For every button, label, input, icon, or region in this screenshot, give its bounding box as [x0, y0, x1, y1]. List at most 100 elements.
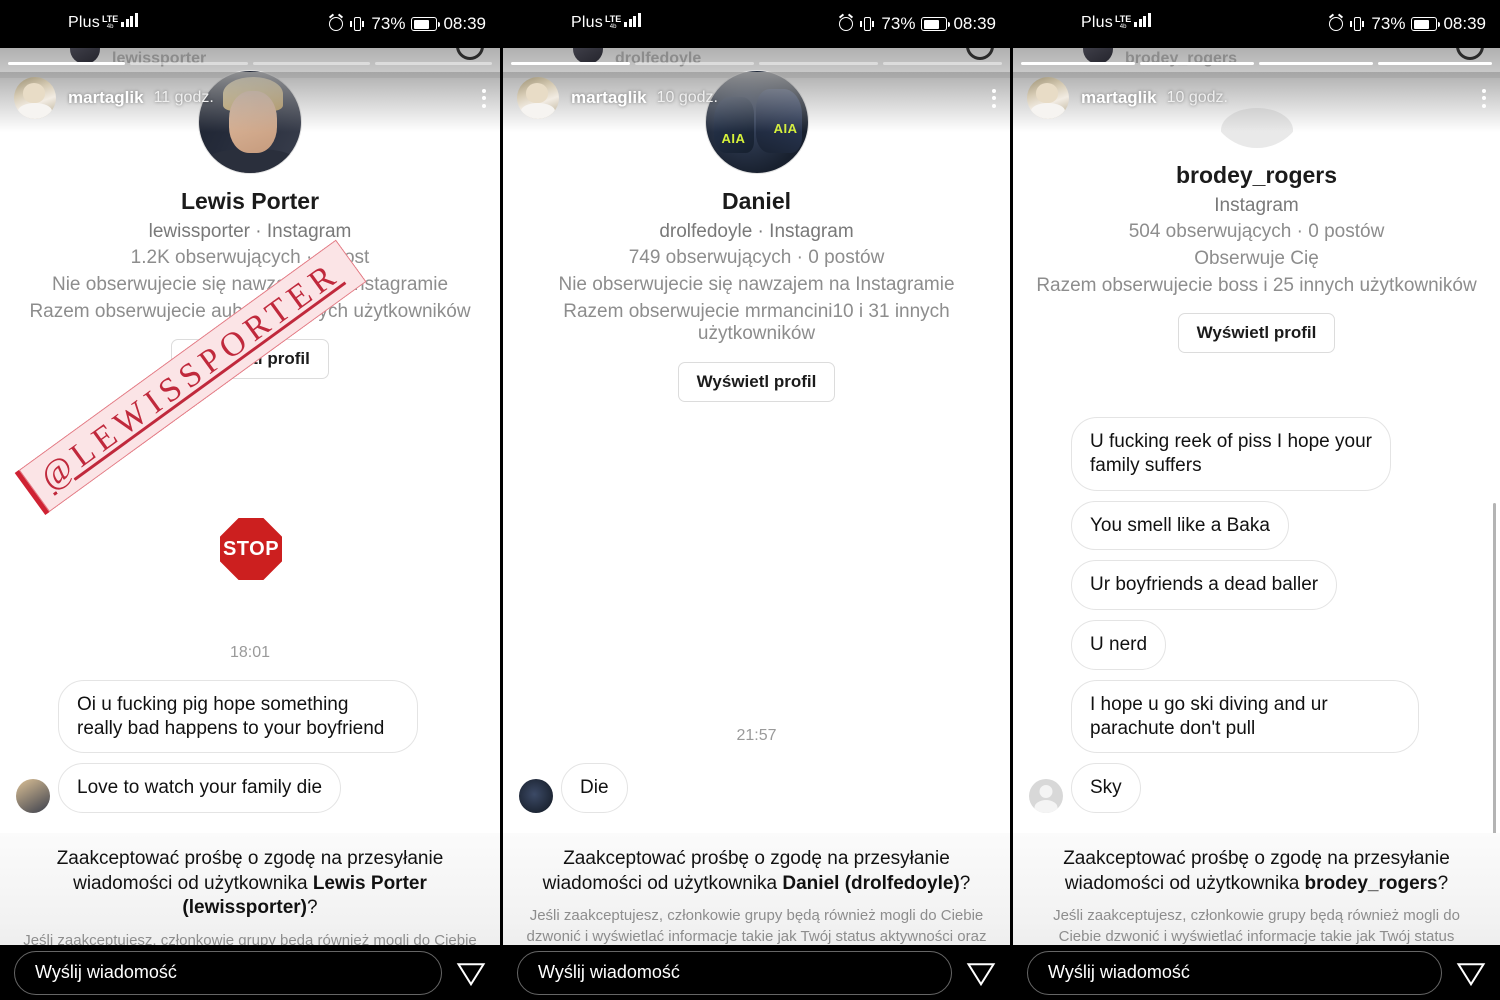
message-bubble[interactable]: U nerd: [1071, 620, 1167, 670]
profile-display-name: Daniel: [721, 188, 792, 214]
battery-percent-label: 73%: [881, 14, 916, 33]
profile-stats: 1.2K obserwujących · 1 post: [130, 247, 370, 268]
panel-drolfedoyle: Plus LTE 4b 73% 08:39 drolfedoyle martag…: [500, 0, 1010, 1000]
message-input[interactable]: Wyślij wiadomość: [14, 950, 442, 995]
message-row: Sky: [1029, 763, 1484, 813]
message-row: You smell like a Baka: [1029, 500, 1484, 551]
carrier-label: Plus: [68, 14, 100, 31]
progress-segment: [635, 62, 754, 65]
message-bubble[interactable]: I hope u go ski diving and ur parachute …: [1071, 679, 1419, 754]
message-input[interactable]: Wyślij wiadomość: [1027, 950, 1442, 995]
panel-lewissporter: Plus LTE 4b 73% 08:39 lewissporter marta…: [0, 0, 500, 1000]
story-header: martaglik 11 godz.: [0, 72, 500, 124]
send-icon[interactable]: [966, 958, 996, 988]
message-input[interactable]: Wyślij wiadomość: [517, 950, 952, 995]
status-bar-right: 73% 08:39: [1329, 14, 1486, 34]
more-options-icon[interactable]: [482, 88, 486, 108]
clock-label: 08:39: [953, 14, 996, 33]
status-bar-left: Plus LTE 4b: [571, 13, 641, 35]
message-bubble[interactable]: Love to watch your family die: [58, 763, 342, 813]
alarm-icon: [329, 17, 344, 31]
story-owner-avatar[interactable]: [1027, 77, 1069, 119]
status-bar-left: Plus LTE 4b: [68, 13, 138, 35]
send-icon[interactable]: [456, 958, 486, 988]
progress-segment: [883, 62, 1002, 65]
story-timestamp: 11 godz.: [153, 89, 214, 106]
battery-icon: [1411, 17, 1441, 31]
profile-stats: 504 obserwujących · 0 postów: [1128, 221, 1385, 242]
battery-icon: [411, 17, 441, 31]
vibrate-icon: [349, 16, 365, 32]
message-bubble[interactable]: You smell like a Baka: [1071, 500, 1289, 551]
request-question: Zaakceptować prośbę o zgodę na przesyłan…: [1063, 848, 1450, 894]
vibrate-icon: [1349, 16, 1365, 32]
alarm-icon: [839, 17, 854, 31]
message-row: U nerd: [1029, 620, 1484, 670]
network-type-label: LTE 4b: [604, 14, 622, 31]
stop-sign-sticker: STOP: [220, 518, 282, 580]
message-bubble[interactable]: Die: [561, 763, 628, 813]
three-panel-screenshot-collage: Plus LTE 4b 73% 08:39 lewissporter marta…: [0, 0, 1500, 1000]
view-profile-button[interactable]: Wyświetl profil: [677, 362, 836, 403]
profile-handle: lewissporter · Instagram: [148, 221, 352, 242]
story-owner-username[interactable]: martaglik: [68, 88, 144, 108]
send-icon[interactable]: [1456, 958, 1486, 988]
status-bar: Plus LTE 4b 73% 08:39: [503, 0, 1010, 48]
story-owner-avatar[interactable]: [14, 77, 56, 119]
progress-segment: [8, 62, 126, 65]
request-question: Zaakceptować prośbę o zgodę na przesyłan…: [56, 848, 444, 919]
story-progress-bar: [8, 62, 492, 65]
message-list: U fucking reek of piss I hope your famil…: [1013, 417, 1500, 833]
story-timestamp: 10 godz.: [1166, 89, 1228, 106]
story-viewer: brodey_rogers martaglik 10 godz. brodey_…: [1013, 48, 1500, 833]
more-options-icon[interactable]: [992, 88, 996, 108]
message-bubble[interactable]: Sky: [1071, 763, 1141, 813]
message-bubble[interactable]: Ur boyfriends a dead baller: [1071, 560, 1338, 610]
story-progress-bar: [1021, 62, 1492, 65]
message-bubble[interactable]: Oi u fucking pig hope something really b…: [58, 679, 418, 754]
status-bar: Plus LTE 4b 73% 08:39: [1013, 0, 1500, 48]
story-viewer: drolfedoyle martaglik 10 godz. AIAAIA: [503, 48, 1010, 833]
progress-segment: [1259, 62, 1373, 65]
sender-avatar[interactable]: [16, 779, 50, 813]
message-timestamp: 21:57: [736, 727, 777, 745]
vibrate-icon: [859, 16, 875, 32]
message-bubble[interactable]: U fucking reek of piss I hope your famil…: [1071, 417, 1391, 491]
message-list: 18:01 Oi u fucking pig hope something re…: [0, 644, 500, 833]
progress-segment: [374, 62, 492, 65]
story-progress-bar: [511, 62, 1002, 65]
profile-relation: Obserwuje Cię: [1194, 247, 1319, 269]
progress-segment: [759, 62, 878, 65]
progress-segment: [252, 62, 370, 65]
message-row: Die: [519, 763, 994, 813]
status-bar: Plus LTE 4b 73% 08:39: [0, 0, 500, 48]
request-question: Zaakceptować prośbę o zgodę na przesyłan…: [542, 848, 971, 894]
message-timestamp: 18:01: [229, 643, 271, 661]
message-input-bar: Wyślij wiadomość: [0, 945, 500, 1000]
chat-scrollbar[interactable]: [1493, 503, 1496, 833]
sender-avatar[interactable]: [519, 779, 553, 813]
battery-percent-label: 73%: [1371, 14, 1406, 33]
clock-label: 08:39: [1443, 14, 1486, 33]
message-row: Ur boyfriends a dead baller: [1029, 560, 1484, 610]
story-owner-username[interactable]: martaglik: [571, 88, 647, 108]
message-input-bar: Wyślij wiadomość: [503, 945, 1010, 1000]
profile-stats: 749 obserwujących · 0 postów: [628, 247, 885, 268]
message-row: Love to watch your family die: [16, 763, 484, 813]
profile-display-name: brodey_rogers: [1175, 162, 1338, 188]
panel-brodey-rogers: Plus LTE 4b 73% 08:39 brodey_rogers mart…: [1010, 0, 1500, 1000]
progress-segment: [130, 62, 248, 65]
view-profile-button[interactable]: Wyświetl profil: [1177, 313, 1336, 354]
story-owner-avatar[interactable]: [517, 77, 559, 119]
sender-avatar[interactable]: [1029, 779, 1063, 813]
more-options-icon[interactable]: [1482, 88, 1486, 108]
progress-segment: [1378, 62, 1492, 65]
profile-mutuals: Razem obserwujecie boss i 25 innych użyt…: [1036, 274, 1477, 296]
story-header: martaglik 10 godz.: [503, 72, 1010, 124]
signal-bars-icon: [624, 13, 641, 27]
carrier-label: Plus: [571, 14, 603, 31]
view-profile-button[interactable]: Wyświetl profil: [171, 339, 329, 380]
message-row: I hope u go ski diving and ur parachute …: [1029, 679, 1484, 754]
battery-percent-label: 73%: [371, 14, 406, 33]
story-owner-username[interactable]: martaglik: [1081, 88, 1157, 108]
